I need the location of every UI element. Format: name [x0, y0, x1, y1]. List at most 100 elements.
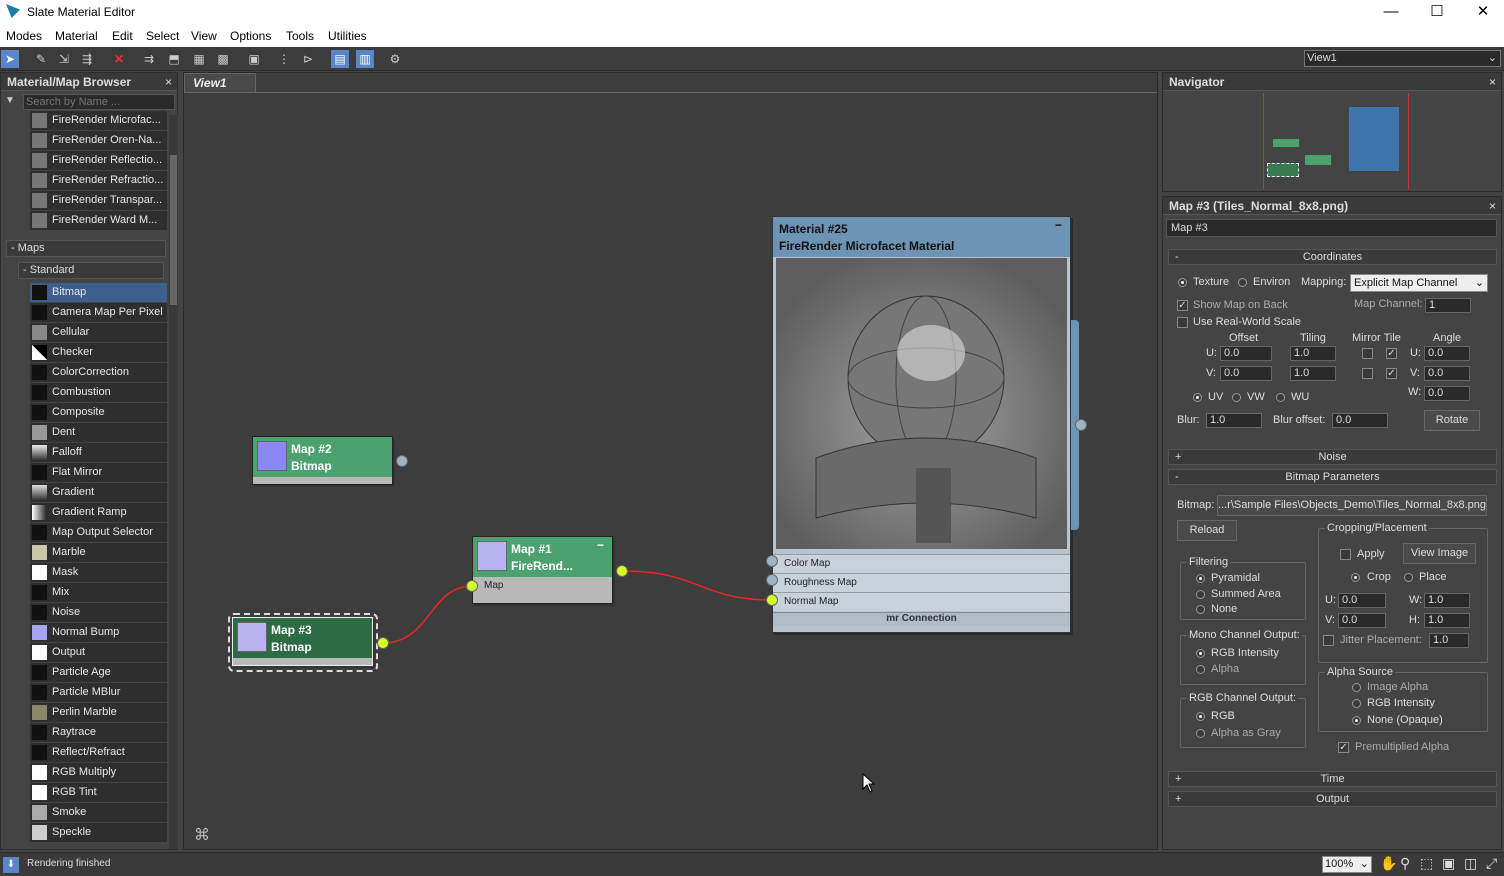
zoom-icon[interactable]: ⚲ — [1400, 855, 1410, 872]
roughness-map-socket[interactable] — [766, 574, 778, 586]
node-map1[interactable]: Map #1 FireRend... − Map — [472, 536, 613, 604]
maximize-viewport-icon[interactable]: ⤢ — [1486, 855, 1497, 872]
nav-node-map2 — [1273, 139, 1299, 147]
zoom-region-icon[interactable]: ⬚ — [1420, 855, 1433, 872]
environ-radio[interactable] — [1238, 278, 1247, 287]
jitter-spinner[interactable]: 1.0 — [1429, 633, 1469, 648]
param-title-text: Map #3 (Tiles_Normal_8x8.png) — [1169, 199, 1349, 213]
u-tile-checkbox[interactable]: ✓ — [1386, 348, 1397, 359]
zoom-dropdown[interactable]: 100% ⌄ — [1322, 856, 1372, 873]
normal-map-socket[interactable] — [766, 594, 778, 606]
v-angle-label: V: — [1410, 367, 1420, 379]
time-rollout[interactable]: + Time — [1168, 771, 1497, 787]
jitter-checkbox[interactable] — [1323, 635, 1334, 646]
rotate-button[interactable]: Rotate — [1424, 410, 1480, 431]
mapping-label: Mapping: — [1301, 276, 1347, 288]
map-name-value: Map #3 — [1171, 222, 1208, 234]
crop-radio[interactable] — [1351, 573, 1360, 582]
blur-offset-spinner[interactable]: 0.0 — [1332, 413, 1388, 428]
collapse-icon[interactable]: − — [1055, 217, 1062, 234]
map-channel-label: Map Channel: — [1354, 298, 1423, 310]
map3-title: Map #3 — [271, 623, 312, 637]
blur-label: Blur: — [1177, 414, 1200, 426]
v-tiling-spinner[interactable]: 1.0 — [1290, 366, 1336, 381]
none-opaque-radio[interactable] — [1352, 716, 1361, 725]
map2-output-socket[interactable] — [396, 455, 408, 467]
node-material[interactable]: Material #25 FireRender Microfacet Mater… — [772, 216, 1071, 633]
crop-h-value: 1.0 — [1428, 614, 1444, 626]
w-angle-spinner[interactable]: 0.0 — [1424, 386, 1470, 401]
premultiplied-checkbox[interactable]: ✓ — [1338, 742, 1349, 753]
crop-u-spinner[interactable]: 0.0 — [1338, 593, 1386, 608]
tiling-header: Tiling — [1300, 332, 1326, 344]
close-panel-icon[interactable]: × — [1489, 199, 1496, 213]
color-map-socket[interactable] — [766, 555, 778, 567]
node-map2[interactable]: Map #2 Bitmap — [252, 436, 393, 485]
zoom-extents-selected-icon[interactable]: ◫ — [1464, 855, 1477, 872]
output-rollout[interactable]: + Output — [1168, 791, 1497, 807]
mapping-dropdown[interactable]: Explicit Map Channel ⌄ — [1350, 274, 1488, 292]
image-alpha-radio[interactable] — [1352, 683, 1361, 692]
crop-w-spinner[interactable]: 1.0 — [1424, 593, 1470, 608]
pan-hand-icon[interactable]: ✋ — [1380, 855, 1397, 872]
mono-alpha-radio[interactable] — [1196, 665, 1205, 674]
port-normal-map: Normal Map — [773, 592, 1070, 611]
mono-rgb-intensity-radio[interactable] — [1196, 649, 1205, 658]
u-label: U: — [1206, 347, 1217, 359]
u-offset-spinner[interactable]: 0.0 — [1220, 346, 1272, 361]
map1-output-socket[interactable] — [616, 565, 628, 577]
port-color-map: Color Map — [773, 554, 1070, 573]
v-offset-spinner[interactable]: 0.0 — [1220, 366, 1272, 381]
zoom-value: 100% — [1325, 858, 1354, 870]
crop-u-label: U: — [1325, 594, 1336, 606]
map3-output-socket[interactable] — [377, 637, 389, 649]
v-tile-checkbox[interactable]: ✓ — [1386, 368, 1397, 379]
map1-input-socket[interactable] — [466, 580, 478, 592]
v-mirror-checkbox[interactable] — [1362, 368, 1373, 379]
u-angle-spinner[interactable]: 0.0 — [1424, 346, 1470, 361]
zoom-extents-icon[interactable]: ▣ — [1442, 855, 1455, 872]
vw-radio[interactable] — [1232, 393, 1241, 402]
v-angle-spinner[interactable]: 0.0 — [1424, 366, 1470, 381]
coordinates-rollout[interactable]: - Coordinates — [1168, 249, 1497, 265]
reload-button[interactable]: Reload — [1177, 520, 1237, 541]
blur-spinner[interactable]: 1.0 — [1206, 413, 1262, 428]
rgb-radio[interactable] — [1196, 712, 1205, 721]
material-output-socket[interactable] — [1075, 419, 1087, 431]
map-name-field[interactable]: Map #3 — [1166, 219, 1497, 237]
alpha-rgb-intensity-radio[interactable] — [1352, 699, 1361, 708]
noise-rollout[interactable]: + Noise — [1168, 449, 1497, 465]
apply-checkbox[interactable] — [1340, 549, 1351, 560]
bitmap-path-button[interactable]: ...r\Sample Files\Objects_Demo\Tiles_Nor… — [1217, 495, 1487, 516]
output-label: Output — [1315, 793, 1350, 805]
crop-h-spinner[interactable]: 1.0 — [1424, 613, 1470, 628]
view-image-button[interactable]: View Image — [1403, 543, 1476, 564]
wu-radio[interactable] — [1276, 393, 1285, 402]
place-label: Place — [1419, 571, 1447, 583]
alpha-rgb-intensity-label: RGB Intensity — [1367, 697, 1435, 709]
collapse-icon[interactable]: − — [597, 537, 604, 554]
nav-node-map3 — [1267, 163, 1299, 177]
show-map-checkbox[interactable]: ✓ — [1177, 300, 1188, 311]
summed-area-radio[interactable] — [1196, 590, 1205, 599]
node-map3[interactable]: Map #3 Bitmap — [232, 617, 373, 666]
uv-label: UV — [1208, 391, 1224, 403]
bitmap-params-rollout[interactable]: - Bitmap Parameters — [1168, 469, 1497, 485]
mr-connection-bar[interactable]: mr Connection — [773, 612, 1070, 626]
pyramidal-radio[interactable] — [1196, 574, 1205, 583]
crop-h-label: H: — [1409, 614, 1420, 626]
u-tiling-spinner[interactable]: 1.0 — [1290, 346, 1336, 361]
alpha-as-gray-radio[interactable] — [1196, 729, 1205, 738]
bitmap-params-label: Bitmap Parameters — [1285, 471, 1380, 483]
map1-subtitle: FireRend... — [511, 559, 574, 573]
real-world-checkbox[interactable] — [1177, 317, 1188, 328]
map-channel-spinner[interactable]: 1 — [1425, 298, 1471, 313]
port-roughness-map: Roughness Map — [773, 573, 1070, 592]
u-mirror-checkbox[interactable] — [1362, 348, 1373, 359]
none-filter-radio[interactable] — [1196, 605, 1205, 614]
uv-radio[interactable] — [1193, 393, 1202, 402]
texture-radio[interactable] — [1178, 278, 1187, 287]
crop-v-spinner[interactable]: 0.0 — [1338, 613, 1386, 628]
close-panel-icon[interactable]: × — [1489, 75, 1496, 89]
place-radio[interactable] — [1404, 573, 1413, 582]
